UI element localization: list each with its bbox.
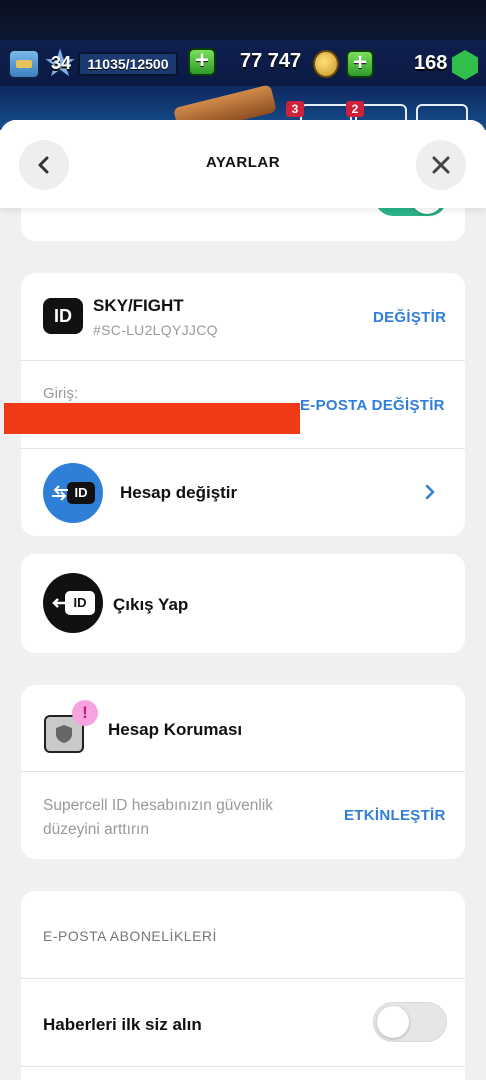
login-label: Giriş: — [43, 385, 78, 402]
toggle-knob — [377, 1006, 409, 1038]
divider — [21, 1066, 465, 1067]
divider — [21, 978, 465, 979]
redacted-email — [4, 403, 300, 434]
news-subscription-label: Haberleri ilk siz alın — [43, 1015, 202, 1034]
add-gold-button[interactable]: + — [188, 48, 216, 76]
account-protection-card: ! Hesap Koruması Supercell ID hesabınızı… — [21, 685, 465, 859]
change-email-link[interactable]: E-POSTA DEĞİŞTİR — [300, 397, 445, 414]
switch-account-label: Hesap değiştir — [120, 483, 238, 502]
notification-badge: 3 — [286, 101, 304, 117]
gold-coin-icon — [313, 50, 339, 78]
profile-chip-icon[interactable] — [8, 49, 40, 79]
change-account-name-link[interactable]: DEĞİŞTİR — [373, 309, 446, 326]
account-id-tag: #SC-LU2LQYJJCQ — [93, 322, 218, 338]
account-name: SKY/FIGHT — [93, 296, 184, 315]
email-subscriptions-heading: E-POSTA ABONELİKLERİ — [43, 928, 217, 944]
page-title: AYARLAR — [205, 154, 281, 171]
chevron-right-icon — [425, 484, 435, 500]
enable-protection-link[interactable]: ETKİNLEŞTİR — [344, 807, 446, 824]
logout-label: Çıkış Yap — [113, 595, 189, 614]
settings-sheet: AYARLAR ID SKY/FIGHT #SC-LU2LQYJJCQ DEĞİ… — [0, 120, 486, 1080]
switch-account-icon: ID — [43, 463, 103, 523]
add-gems-button[interactable]: + — [346, 50, 374, 78]
protection-title: Hesap Koruması — [108, 720, 243, 739]
logout-icon: ID — [43, 573, 103, 633]
email-subscriptions-card: E-POSTA ABONELİKLERİ Haberleri ilk siz a… — [21, 891, 465, 1080]
alert-badge-icon: ! — [72, 700, 98, 726]
divider — [21, 771, 465, 772]
gem-amount: 168 — [414, 52, 448, 74]
level-number: 34 — [50, 53, 72, 73]
protection-description: Supercell ID hesabınızın güvenlik düzeyi… — [43, 797, 274, 838]
supercell-id-icon: ID — [43, 298, 83, 334]
news-subscription-toggle[interactable] — [373, 1002, 447, 1042]
divider — [21, 360, 465, 361]
notification-badge: 2 — [346, 101, 364, 117]
account-card: ID SKY/FIGHT #SC-LU2LQYJJCQ DEĞİŞTİR Gir… — [4, 273, 465, 536]
close-button[interactable] — [416, 140, 466, 190]
logout-card[interactable]: ID Çıkış Yap — [21, 554, 465, 653]
close-icon — [432, 156, 450, 174]
xp-progress: 11035/12500 — [78, 52, 178, 76]
settings-header: AYARLAR — [0, 120, 486, 208]
switch-account-row[interactable]: ID Hesap değiştir — [21, 449, 465, 536]
game-top-bar: ★ 34 11035/12500 + 77 747 + 168 3 2 — [0, 0, 486, 136]
gold-amount: 77 747 — [240, 50, 302, 72]
